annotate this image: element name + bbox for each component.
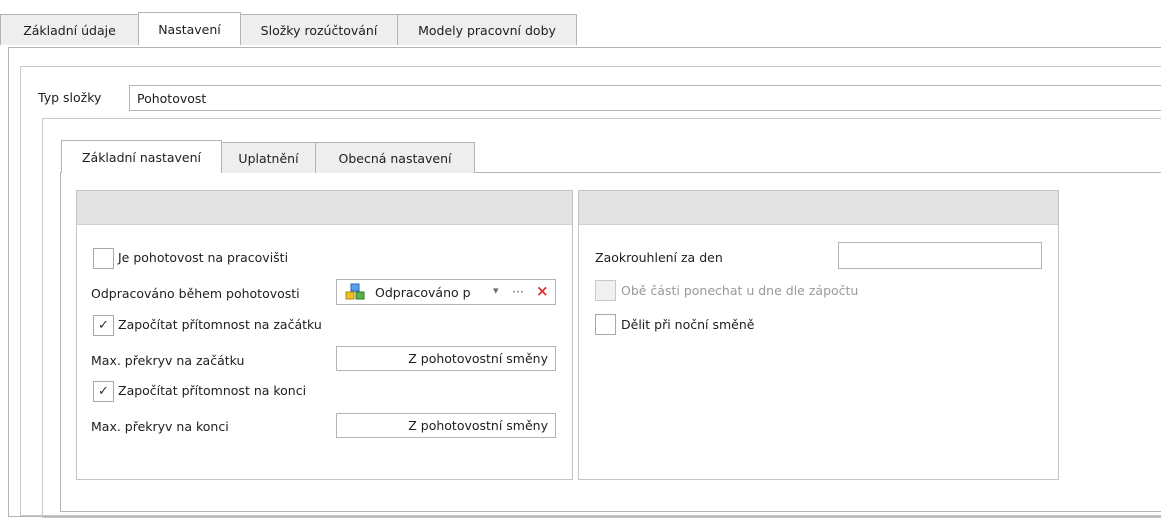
typ-slozky-label: Typ složky	[38, 90, 102, 105]
typ-slozky-value: Pohotovost	[137, 90, 207, 106]
tab-zakladni-nastaveni[interactable]: Základní nastavení	[61, 140, 222, 173]
tab-label: Základní údaje	[23, 22, 116, 38]
right-panel-header	[579, 191, 1058, 225]
max-prekryv-zacatek-field[interactable]: Z pohotovostní směny	[336, 346, 556, 371]
zaokrouhleni-label: Zaokrouhlení za den	[595, 250, 723, 265]
typ-slozky-field[interactable]: Pohotovost	[129, 85, 1161, 111]
dropdown-arrow-icon[interactable]: ▾	[493, 284, 499, 297]
delit-label: Dělit při noční směně	[621, 317, 755, 332]
tab-label: Základní nastavení	[81, 149, 202, 165]
check-icon: ✓	[98, 318, 109, 333]
zapocitat-konec-checkbox[interactable]: ✓	[93, 381, 114, 402]
odpracovano-lookup[interactable]: Odpracováno p ▾ ··· ×	[336, 279, 556, 305]
max-prekryv-konec-value: Z pohotovostní směny	[408, 418, 548, 433]
tab-obecna-nastaveni[interactable]: Obecná nastavení	[315, 142, 475, 173]
max-prekryv-konec-label: Max. překryv na konci	[91, 419, 229, 434]
tab-modely-pracovni-doby[interactable]: Modely pracovní doby	[397, 14, 577, 45]
component-cubes-icon	[345, 283, 365, 301]
zaokrouhleni-field[interactable]	[838, 242, 1042, 269]
je-pohotovost-label: Je pohotovost na pracovišti	[118, 250, 289, 265]
check-icon: ✓	[98, 384, 109, 399]
tab-slozky-rozuctovani[interactable]: Složky rozúčtování	[240, 14, 398, 45]
obe-casti-checkbox[interactable]	[595, 280, 616, 301]
zapocitat-konec-label: Započítat přítomnost na konci	[118, 383, 307, 398]
tab-label: Nastavení	[158, 21, 221, 37]
max-prekryv-zacatek-label: Max. překryv na začátku	[91, 353, 245, 368]
right-settings-panel	[578, 190, 1059, 480]
ellipsis-icon[interactable]: ···	[512, 284, 524, 299]
zapocitat-zacatek-checkbox[interactable]: ✓	[93, 315, 114, 336]
max-prekryv-konec-field[interactable]: Z pohotovostní směny	[336, 413, 556, 438]
clear-icon[interactable]: ×	[536, 282, 549, 300]
odpracovano-value: Odpracováno p	[375, 285, 471, 300]
tab-label: Obecná nastavení	[338, 150, 452, 166]
max-prekryv-zacatek-value: Z pohotovostní směny	[408, 351, 548, 366]
delit-checkbox[interactable]	[595, 314, 616, 335]
obe-casti-label: Obě části ponechat u dne dle zápočtu	[621, 283, 859, 298]
tab-label: Uplatnění	[238, 150, 299, 166]
left-panel-header	[77, 191, 572, 225]
je-pohotovost-checkbox[interactable]	[93, 248, 114, 269]
tab-uplatneni[interactable]: Uplatnění	[221, 142, 316, 173]
tab-nastaveni[interactable]: Nastavení	[138, 12, 241, 45]
tab-label: Složky rozúčtování	[260, 22, 378, 38]
zapocitat-zacatek-label: Započítat přítomnost na začátku	[118, 317, 322, 332]
tab-zakladni-udaje[interactable]: Základní údaje	[0, 14, 139, 45]
tab-label: Modely pracovní doby	[418, 22, 556, 38]
odpracovano-label: Odpracováno během pohotovosti	[91, 286, 300, 301]
